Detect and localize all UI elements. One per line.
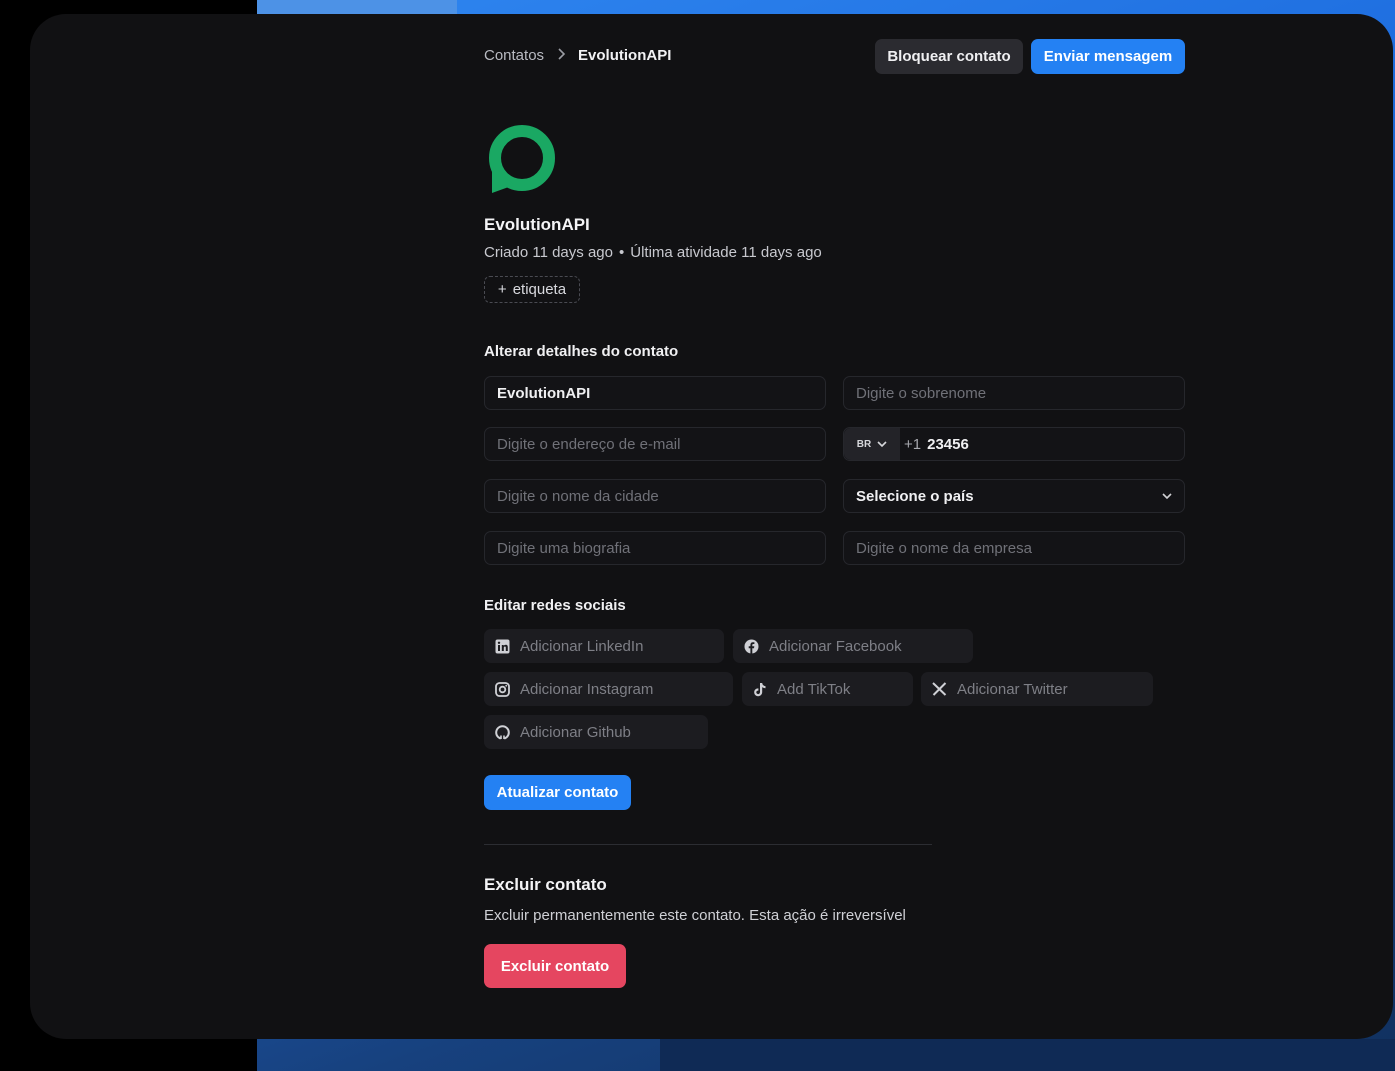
first-name-field[interactable]: EvolutionAPI: [484, 376, 826, 410]
block-contact-button[interactable]: Bloquear contato: [875, 39, 1023, 74]
add-instagram-button[interactable]: Adicionar Instagram: [484, 672, 733, 706]
phone-dial-code: +1: [904, 435, 922, 453]
linkedin-icon: [495, 639, 510, 653]
chevron-down-icon: [877, 441, 887, 448]
country-select[interactable]: Selecione o país: [843, 479, 1185, 513]
social-section-title: Editar redes sociais: [484, 597, 626, 614]
add-github-button[interactable]: Adicionar Github: [484, 715, 708, 749]
section-divider: [484, 844, 932, 845]
first-name-value: EvolutionAPI: [497, 384, 591, 402]
add-tag-button[interactable]: + etiqueta: [484, 276, 580, 303]
company-placeholder: Digite o nome da empresa: [856, 539, 1032, 557]
delete-section-title: Excluir contato: [484, 875, 607, 894]
add-facebook-button[interactable]: Adicionar Facebook: [733, 629, 973, 663]
breadcrumb-current: EvolutionAPI: [578, 47, 672, 64]
github-icon: [495, 724, 510, 740]
bio-placeholder: Digite uma biografia: [497, 539, 631, 557]
add-twitter-button[interactable]: Adicionar Twitter: [921, 672, 1153, 706]
contact-meta: Criado 11 days ago • Última atividade 11…: [484, 244, 822, 261]
plus-icon: +: [497, 281, 507, 298]
add-linkedin-button[interactable]: Adicionar LinkedIn: [484, 629, 724, 663]
delete-contact-button[interactable]: Excluir contato: [484, 944, 626, 988]
last-name-field[interactable]: Digite o sobrenome: [843, 376, 1185, 410]
tiktok-icon: [754, 682, 766, 696]
add-twitter-label: Adicionar Twitter: [957, 680, 1068, 698]
phone-number-value: 23456: [927, 435, 969, 453]
add-tiktok-label: Add TikTok: [777, 680, 851, 698]
add-tiktok-button[interactable]: Add TikTok: [742, 672, 913, 706]
city-field[interactable]: Digite o nome da cidade: [484, 479, 826, 513]
company-field[interactable]: Digite o nome da empresa: [843, 531, 1185, 565]
update-contact-button[interactable]: Atualizar contato: [484, 775, 631, 810]
app-window: [30, 14, 1393, 1039]
add-instagram-label: Adicionar Instagram: [520, 680, 654, 698]
created-text: Criado 11 days ago: [484, 244, 613, 261]
desktop-background-shape: [660, 1039, 1395, 1071]
city-placeholder: Digite o nome da cidade: [497, 487, 659, 505]
chevron-right-icon: [556, 47, 566, 64]
email-placeholder: Digite o endereço de e-mail: [497, 435, 681, 453]
chevron-down-icon: [1162, 489, 1172, 503]
add-github-label: Adicionar Github: [520, 723, 631, 741]
add-tag-label: etiqueta: [512, 281, 567, 298]
country-select-value: Selecione o país: [856, 487, 974, 505]
details-section-title: Alterar detalhes do contato: [484, 343, 679, 360]
phone-country-select[interactable]: BR: [844, 428, 900, 460]
breadcrumb: Contatos EvolutionAPI: [484, 47, 671, 64]
add-facebook-label: Adicionar Facebook: [769, 637, 902, 655]
breadcrumb-contatos-link[interactable]: Contatos: [484, 47, 544, 64]
email-field[interactable]: Digite o endereço de e-mail: [484, 427, 826, 461]
meta-bullet: •: [618, 244, 625, 261]
bio-field[interactable]: Digite uma biografia: [484, 531, 826, 565]
last-activity-text: Última atividade 11 days ago: [630, 244, 822, 261]
add-linkedin-label: Adicionar LinkedIn: [520, 637, 644, 655]
facebook-icon: [744, 639, 759, 654]
send-message-button[interactable]: Enviar mensagem: [1031, 39, 1185, 74]
phone-field[interactable]: BR +1 23456: [843, 427, 1185, 461]
desktop-background-accent: [257, 0, 457, 14]
contact-name: EvolutionAPI: [484, 215, 590, 234]
instagram-icon: [495, 681, 510, 697]
x-twitter-icon: [932, 682, 947, 696]
contact-avatar: [484, 121, 560, 197]
delete-section-description: Excluir permanentemente este contato. Es…: [484, 907, 906, 924]
last-name-placeholder: Digite o sobrenome: [856, 384, 987, 402]
country-code-badge: BR: [856, 438, 872, 450]
